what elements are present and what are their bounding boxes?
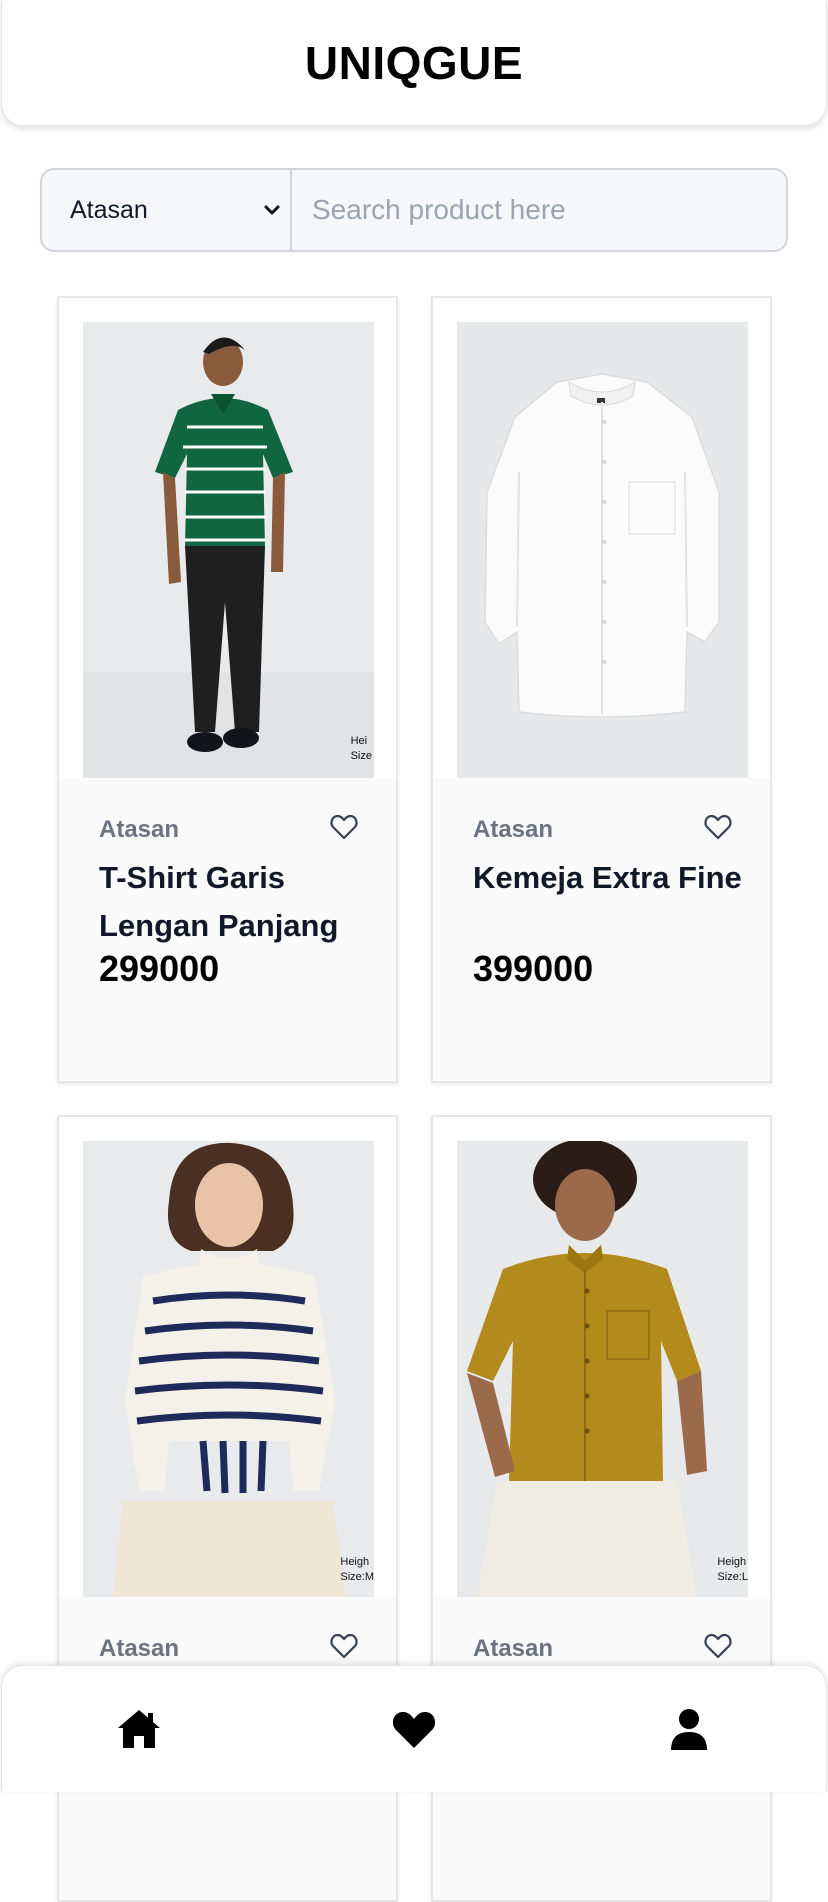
product-name: T-Shirt Garis Lengan Panjang xyxy=(99,860,339,943)
product-card[interactable]: Hei Size Atasan T-Shirt Garis Lengan Panj… xyxy=(57,296,398,1083)
product-category: Atasan xyxy=(99,1635,180,1662)
user-icon xyxy=(670,1709,707,1750)
chevron-down-icon xyxy=(264,205,280,215)
heart-outline-icon[interactable] xyxy=(704,814,732,840)
product-price: 299000 xyxy=(99,948,220,989)
product-image: Heigh Size:M xyxy=(83,1141,374,1597)
home-icon xyxy=(118,1710,161,1748)
app-header: UNIQGUE xyxy=(1,0,827,126)
product-image: Hei Size xyxy=(83,322,374,778)
nav-profile-button[interactable] xyxy=(659,1699,719,1759)
heart-outline-icon[interactable] xyxy=(704,1633,732,1659)
category-select-value: Atasan xyxy=(70,195,148,224)
search-bar: Atasan xyxy=(40,168,788,252)
product-category: Atasan xyxy=(473,1635,554,1662)
image-tag: Heigh Size:L xyxy=(717,1556,748,1583)
image-tag: Hei Size xyxy=(350,735,372,762)
product-price: 399000 xyxy=(473,948,594,989)
bottom-nav xyxy=(1,1665,827,1792)
nav-home-button[interactable] xyxy=(109,1699,169,1759)
product-grid: Hei Size Atasan T-Shirt Garis Lengan Panj… xyxy=(0,0,828,1902)
product-info: Atasan T-Shirt Garis Lengan Panjang 2990… xyxy=(59,778,396,1081)
product-category: Atasan xyxy=(473,816,554,843)
heart-outline-icon[interactable] xyxy=(330,1633,358,1659)
product-category: Atasan xyxy=(99,816,180,843)
heart-outline-icon[interactable] xyxy=(330,814,358,840)
product-info: Atasan Kemeja Extra Fine 399000 xyxy=(433,778,770,1081)
product-name: Kemeja Extra Fine xyxy=(473,860,742,895)
product-image: Heigh Size:L xyxy=(457,1141,748,1597)
product-card[interactable]: Atasan Kemeja Extra Fine 399000 xyxy=(431,296,772,1083)
nav-favorites-button[interactable] xyxy=(384,1699,444,1759)
brand-title: UNIQGUE xyxy=(304,36,524,89)
product-image xyxy=(457,322,748,778)
image-tag: Heigh Size:M xyxy=(340,1556,374,1583)
category-select[interactable]: Atasan xyxy=(42,170,292,250)
search-input[interactable] xyxy=(292,170,786,250)
heart-icon xyxy=(392,1712,436,1748)
